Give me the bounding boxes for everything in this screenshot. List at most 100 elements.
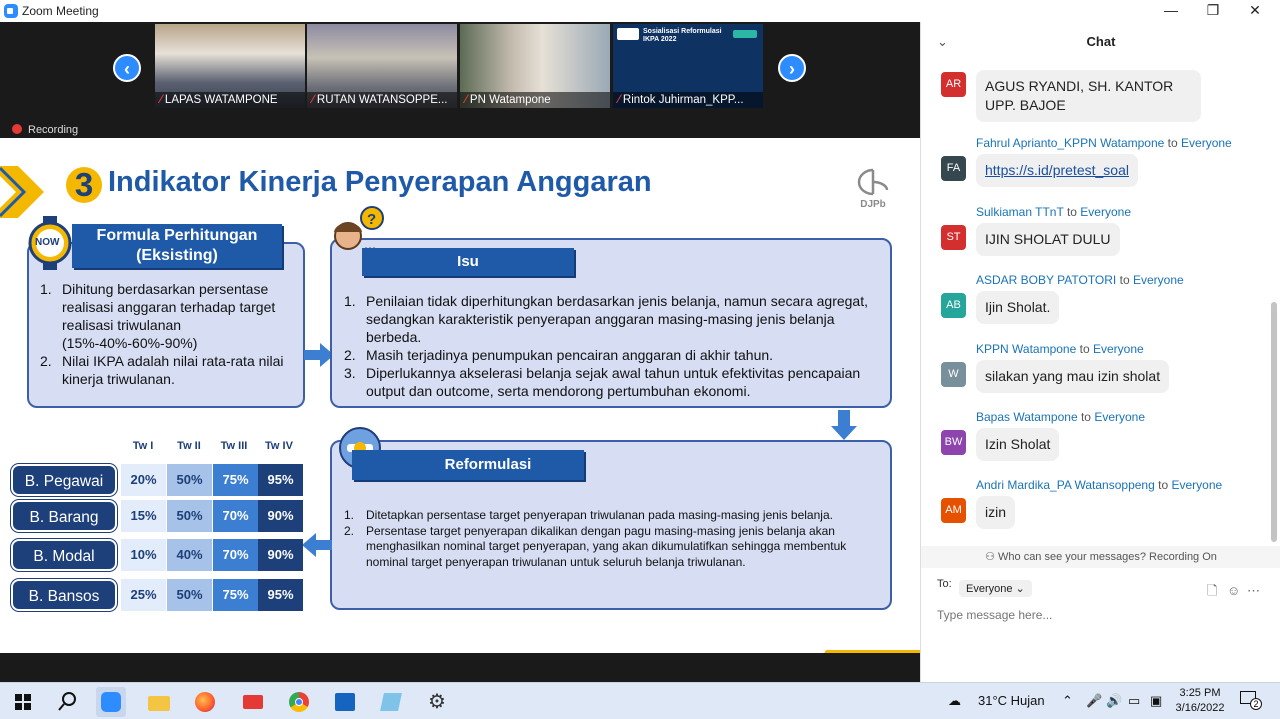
chrome-icon[interactable] [284, 687, 314, 717]
list-item: 3. Diperlukannya akselerasi belanja sejak… [344, 365, 861, 399]
table-cell: 20% [121, 464, 166, 496]
table-cell: 75% [213, 464, 258, 496]
isu-title: Isu [362, 248, 574, 276]
message-bubble: silakan yang mau izin sholat [976, 360, 1170, 393]
table-header: Tw I [132, 440, 154, 452]
emoji-icon[interactable]: ☺ [1227, 584, 1241, 598]
formula-list: 1. Dihitung berdasarkan persentase realis… [32, 280, 298, 388]
battery-icon[interactable]: ▣ [1150, 693, 1162, 709]
stopwatch-icon: NOW [28, 216, 72, 270]
video-tile[interactable]: ⁄ PN Watampone [460, 24, 610, 108]
media-player-icon[interactable] [330, 687, 360, 717]
arrow-left-icon [302, 533, 332, 557]
message-sender[interactable]: KPPN Watampone to Everyone [976, 342, 1144, 356]
table-cell: 40% [167, 539, 212, 571]
more-icon[interactable]: ⋯ [1247, 584, 1261, 598]
message-bubble: https://s.id/pretest_soal [976, 154, 1138, 187]
recipient-dropdown[interactable]: Everyone ⌄ [959, 580, 1032, 597]
scrollbar-thumb[interactable] [1271, 302, 1277, 542]
minimize-button[interactable]: — [1150, 0, 1192, 22]
tile-logo [733, 30, 757, 38]
djpb-logo: DJPb [848, 168, 898, 210]
close-button[interactable]: ✕ [1234, 0, 1276, 22]
chevron-down-icon[interactable]: ⌄ [937, 22, 948, 62]
slide-bottom-bar [0, 653, 920, 682]
record-icon [12, 124, 22, 134]
message-bubble: AGUS RYANDI, SH. KANTOR UPP. BAJOE [976, 70, 1201, 122]
table-cell: 70% [213, 500, 258, 532]
formula-title: Formula Perhitungan (Eksisting) [72, 224, 282, 268]
search-icon[interactable] [52, 687, 82, 717]
message-visibility-notice[interactable]: ⚇ Who can see your messages? Recording O… [921, 546, 1280, 568]
chat-scrollbar[interactable] [1271, 62, 1277, 542]
file-explorer-icon[interactable] [144, 687, 174, 717]
to-label: To: [937, 578, 952, 590]
shared-slide: 3 Indikator Kinerja Penyerapan Anggaran … [0, 138, 920, 653]
reformulasi-list: 1. Ditetapkan persentase target penyerapa… [336, 508, 884, 570]
microphone-icon[interactable]: 🎤 [1086, 693, 1102, 709]
gallery-next-button[interactable]: › [778, 54, 806, 82]
table-row-label: B. Bansos [11, 579, 117, 611]
chevron-down-icon: ⌄ [1015, 583, 1025, 595]
windows-start-icon[interactable] [8, 687, 38, 717]
network-icon[interactable]: ▭ [1128, 693, 1140, 709]
message-bubble: Izin Sholat [976, 428, 1060, 461]
isu-list: 1. Penilaian tidak diperhitungkan berdasa… [336, 292, 882, 400]
message-sender[interactable]: Sulkiaman TTnT to Everyone [976, 205, 1131, 219]
message-sender[interactable]: Andri Mardika_PA Watansoppeng to Everyon… [976, 478, 1222, 492]
message-sender[interactable]: Fahrul Aprianto_KPPN Watampone to Everyo… [976, 136, 1232, 150]
table-cell: 50% [167, 579, 212, 611]
video-gallery-strip: ‹ ⁄ LAPAS WATAMPONE ⁄ RUTAN WATANSOPPE... … [0, 22, 920, 138]
video-tile-name: ⁄ PN Watampone [460, 92, 610, 108]
message-bubble: IJIN SHOLAT DULU [976, 223, 1120, 256]
notepad-icon[interactable] [376, 687, 406, 717]
table-cell: 15% [121, 500, 166, 532]
message-link[interactable]: https://s.id/pretest_soal [985, 162, 1129, 178]
video-tile[interactable]: ⁄ LAPAS WATAMPONE [155, 24, 305, 108]
gallery-prev-button[interactable]: ‹ [113, 54, 141, 82]
table-cell: 95% [258, 464, 303, 496]
restore-button[interactable]: ❐ [1192, 0, 1234, 22]
tray-chevron-up-icon[interactable]: ⌃ [1062, 693, 1073, 709]
weather-icon[interactable]: ☁ [948, 693, 961, 709]
chat-message-input[interactable] [937, 608, 1257, 622]
table-row-label: B. Barang [11, 500, 117, 532]
table-cell: 50% [167, 500, 212, 532]
clock[interactable]: 3:25 PM 3/16/2022 [1170, 686, 1230, 716]
firefox-icon[interactable] [190, 687, 220, 717]
table-cell: 10% [121, 539, 166, 571]
table-row-label: B. Modal [11, 539, 117, 571]
avatar: AR [941, 72, 966, 97]
file-icon[interactable]: 🗋 [1207, 584, 1221, 598]
notifications-icon[interactable]: 2 [1240, 691, 1262, 711]
notification-count: 2 [1250, 698, 1262, 710]
zoom-app-icon[interactable] [96, 687, 126, 717]
volume-icon[interactable]: 🔊 [1106, 693, 1122, 709]
table-cell: 90% [258, 500, 303, 532]
avatar: FA [941, 156, 966, 181]
list-item: 1. Penilaian tidak diperhitungkan berdasa… [344, 293, 868, 345]
chat-header: ⌄ Chat [921, 22, 1280, 58]
table-header: Tw III [220, 440, 248, 452]
avatar: BW [941, 430, 966, 455]
anydesk-icon[interactable] [238, 687, 268, 717]
reformulasi-title: Reformulasi [352, 450, 584, 480]
table-header: Tw II [177, 440, 201, 452]
avatar: W [941, 362, 966, 387]
table-cell: 70% [213, 539, 258, 571]
window-titlebar: Zoom Meeting — ❐ ✕ [0, 0, 1280, 22]
video-tile[interactable]: ⁄ RUTAN WATANSOPPE... [307, 24, 457, 108]
message-sender[interactable]: Bapas Watampone to Everyone [976, 410, 1145, 424]
arrow-down-icon [831, 410, 857, 440]
table-header: Tw IV [265, 440, 293, 452]
djpb-logo-text: DJPb [860, 199, 886, 210]
clock-date: 3/16/2022 [1175, 702, 1225, 714]
message-sender[interactable]: ASDAR BOBY PATOTORI to Everyone [976, 273, 1184, 287]
svg-text:?: ? [367, 211, 376, 228]
table-cell: 75% [213, 579, 258, 611]
slide-title: Indikator Kinerja Penyerapan Anggaran [108, 166, 652, 198]
recording-indicator[interactable]: Recording [12, 124, 78, 136]
settings-gear-icon[interactable]: ⚙ [422, 687, 452, 717]
video-tile[interactable]: Sosialisasi Reformulasi IKPA 2022 ⁄ Rinto… [613, 24, 763, 108]
weather-text[interactable]: 31°C Hujan [978, 693, 1045, 708]
